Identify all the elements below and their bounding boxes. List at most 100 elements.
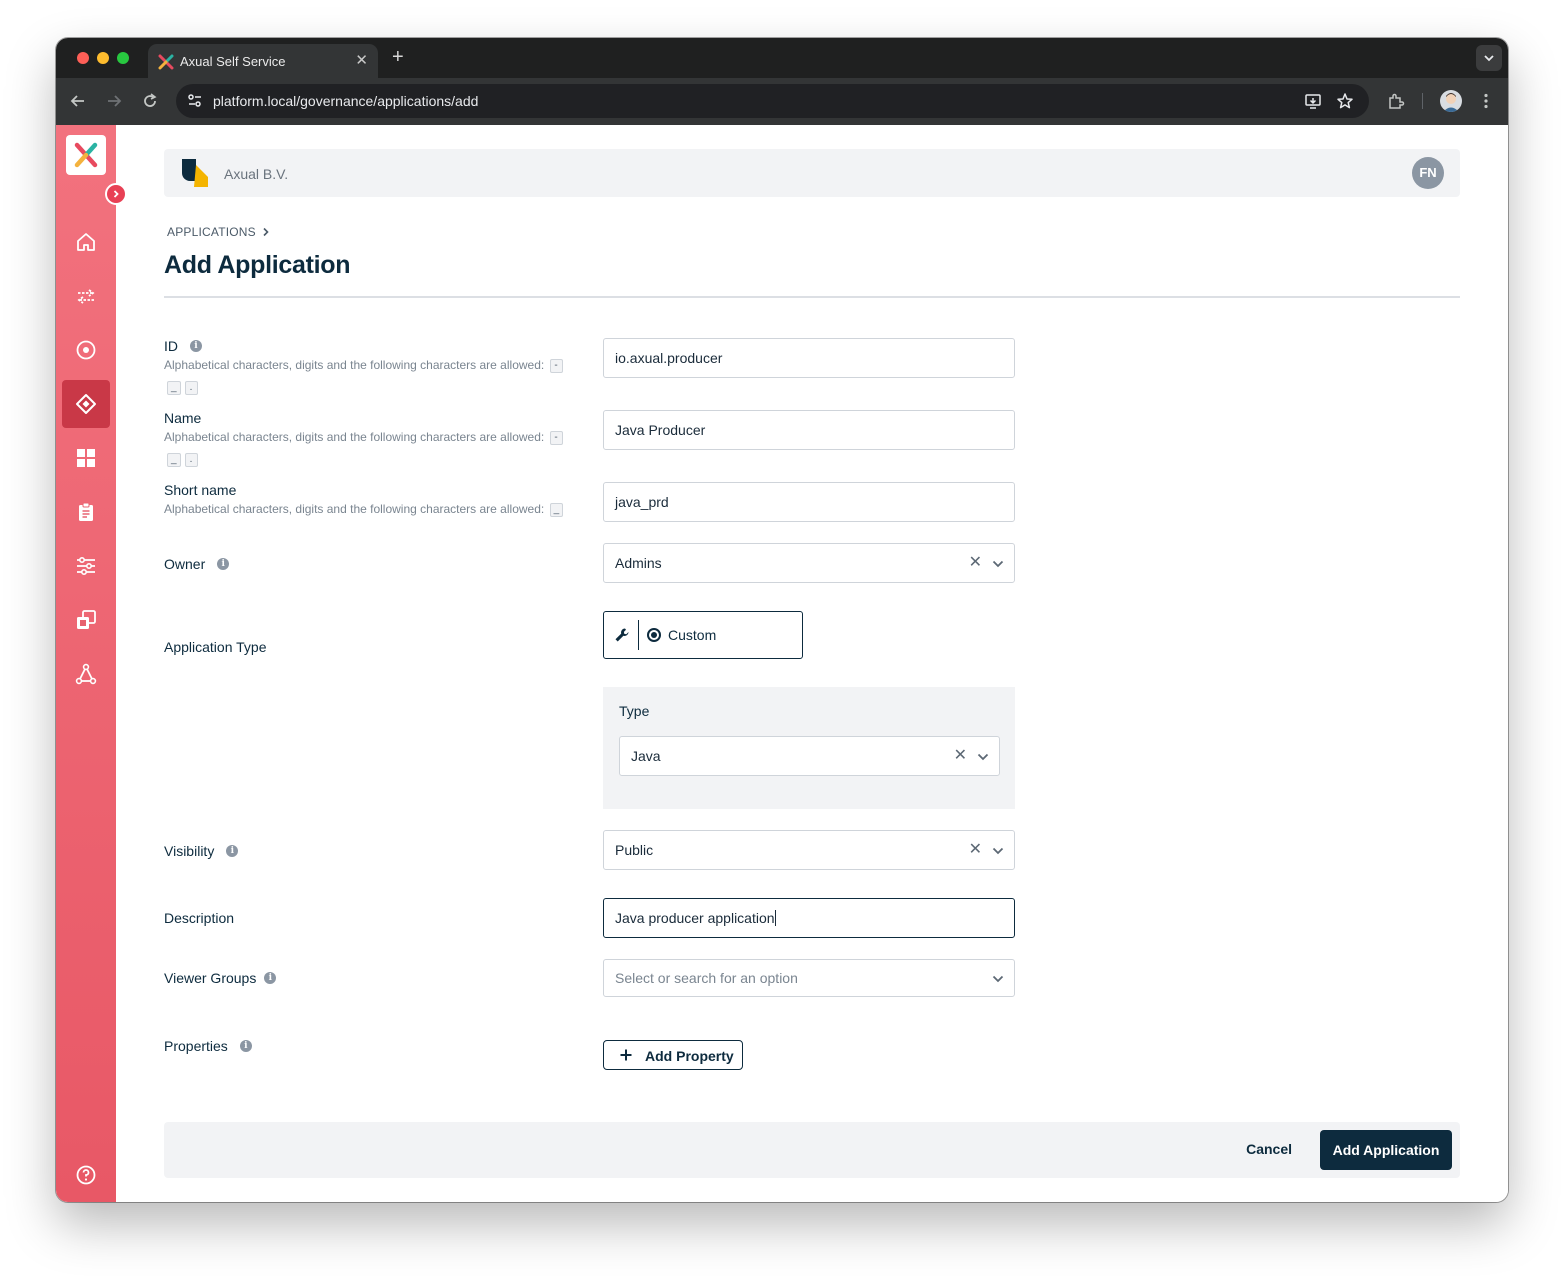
info-icon[interactable]: i — [190, 340, 202, 353]
close-window-button[interactable] — [77, 52, 89, 64]
minimize-window-button[interactable] — [97, 52, 109, 64]
chevron-down-icon[interactable] — [977, 751, 989, 763]
description-input-text: Java producer application — [615, 910, 775, 926]
short-name-input-value: java_prd — [615, 494, 669, 510]
id-hint-text: Alphabetical characters, digits and the … — [164, 358, 545, 372]
browser-tab[interactable]: Axual Self Service ✕ — [148, 44, 378, 78]
user-avatar[interactable]: FN — [1412, 157, 1444, 189]
short-name-input[interactable]: java_prd — [603, 482, 1015, 522]
bookmark-star-icon[interactable] — [1336, 92, 1354, 110]
tab-search-button[interactable] — [1476, 45, 1502, 71]
streams-icon — [77, 289, 95, 304]
help-icon[interactable] — [76, 1165, 96, 1185]
chevron-down-icon[interactable] — [992, 973, 1004, 985]
clipboard-icon — [79, 502, 93, 521]
extensions-icon[interactable] — [1387, 92, 1405, 110]
new-tab-button[interactable]: + — [392, 46, 404, 69]
chevron-down-icon[interactable] — [992, 558, 1004, 570]
allowed-char-chip: . — [184, 380, 198, 395]
allowed-char-chip: - — [549, 430, 563, 445]
name-label-text: Name — [164, 410, 202, 426]
chevron-down-icon[interactable] — [992, 845, 1004, 857]
sidebar-item-dashboard[interactable] — [62, 434, 110, 482]
copy-icon — [77, 610, 96, 629]
radio-selected-icon[interactable] — [647, 628, 661, 642]
add-application-button[interactable]: Add Application — [1320, 1130, 1452, 1170]
info-icon[interactable]: i — [264, 972, 277, 985]
clear-icon[interactable]: ✕ — [954, 747, 967, 765]
id-input-value: io.axual.producer — [615, 350, 723, 366]
owner-select[interactable]: Admins ✕ — [603, 543, 1015, 583]
sidebar-item-home[interactable] — [62, 218, 110, 266]
axual-logo-icon — [74, 142, 98, 168]
type-select[interactable]: Java ✕ — [619, 736, 1000, 776]
allowed-char-chip: _ — [549, 502, 564, 517]
type-panel: Type Java ✕ — [603, 687, 1015, 809]
sidebar-item-copy[interactable] — [62, 596, 110, 644]
dashboard-icon — [77, 449, 95, 467]
description-input-value: Java producer application — [615, 910, 776, 927]
tab-title: Axual Self Service — [180, 54, 286, 69]
target-icon — [76, 340, 96, 360]
browser-window: Axual Self Service ✕ + platform.local/go… — [56, 38, 1508, 1202]
site-settings-icon[interactable] — [186, 92, 204, 110]
sidebar-item-network[interactable] — [62, 650, 110, 698]
network-icon — [75, 663, 97, 685]
visibility-select[interactable]: Public ✕ — [603, 830, 1015, 870]
application-type-custom-option[interactable]: Custom — [603, 611, 803, 659]
id-input[interactable]: io.axual.producer — [603, 338, 1015, 378]
info-icon[interactable]: i — [239, 1040, 252, 1053]
org-logo-icon — [182, 159, 208, 187]
description-input[interactable]: Java producer application — [603, 898, 1015, 938]
chevron-right-icon — [263, 227, 269, 236]
breadcrumb-applications-link[interactable]: APPLICATIONS — [167, 225, 256, 239]
back-arrow-icon[interactable] — [69, 92, 87, 110]
type-label: Type — [619, 703, 650, 719]
custom-option-label: Custom — [668, 627, 717, 643]
name-hint-text: Alphabetical characters, digits and the … — [164, 430, 545, 444]
properties-label: Properties i — [164, 1038, 252, 1054]
install-app-icon[interactable] — [1304, 92, 1322, 110]
add-property-label: Add Property — [645, 1048, 734, 1064]
forward-arrow-icon[interactable] — [105, 92, 123, 110]
title-divider — [164, 296, 1460, 298]
name-input[interactable]: Java Producer — [603, 410, 1015, 450]
short-name-hint: Alphabetical characters, digits and the … — [164, 502, 564, 517]
info-icon[interactable]: i — [226, 845, 239, 858]
more-menu-icon[interactable] — [1477, 92, 1495, 110]
profile-photo-icon — [1443, 93, 1459, 112]
axual-logo[interactable] — [66, 135, 106, 175]
org-name: Axual B.V. — [224, 166, 289, 182]
sidebar-item-settings[interactable] — [62, 542, 110, 590]
address-bar[interactable]: platform.local/governance/applications/a… — [176, 84, 1369, 118]
properties-label-text: Properties — [164, 1038, 228, 1054]
wrench-icon — [615, 628, 629, 642]
add-property-button[interactable]: Add Property — [603, 1040, 743, 1070]
id-hint-chips: _. — [167, 380, 202, 395]
reload-icon[interactable] — [141, 92, 159, 110]
sidebar-item-streams[interactable] — [62, 272, 110, 320]
cancel-button[interactable]: Cancel — [1246, 1141, 1292, 1157]
clear-icon[interactable]: ✕ — [969, 841, 982, 859]
org-header: Axual B.V. FN — [164, 149, 1460, 197]
sidebar-item-applications[interactable] — [62, 380, 110, 428]
sidebar-item-clipboard[interactable] — [62, 488, 110, 536]
plus-icon — [620, 1049, 632, 1061]
url-text: platform.local/governance/applications/a… — [213, 93, 479, 109]
owner-select-value: Admins — [615, 555, 662, 571]
viewer-groups-select[interactable]: Select or search for an option — [603, 959, 1015, 997]
sidebar-expand-button[interactable] — [105, 183, 127, 205]
id-label-text: ID — [164, 338, 178, 354]
sidebar-item-target[interactable] — [62, 326, 110, 374]
maximize-window-button[interactable] — [117, 52, 129, 64]
tab-close-icon[interactable]: ✕ — [355, 51, 368, 69]
type-select-value: Java — [631, 748, 661, 764]
short-name-hint-text: Alphabetical characters, digits and the … — [164, 502, 545, 516]
info-icon[interactable]: i — [217, 558, 230, 571]
clear-icon[interactable]: ✕ — [969, 554, 982, 572]
profile-avatar[interactable] — [1440, 90, 1462, 112]
visibility-label-text: Visibility — [164, 843, 215, 859]
owner-label-text: Owner — [164, 556, 206, 572]
sidebar — [56, 125, 116, 1202]
owner-label: Owner i — [164, 556, 230, 572]
